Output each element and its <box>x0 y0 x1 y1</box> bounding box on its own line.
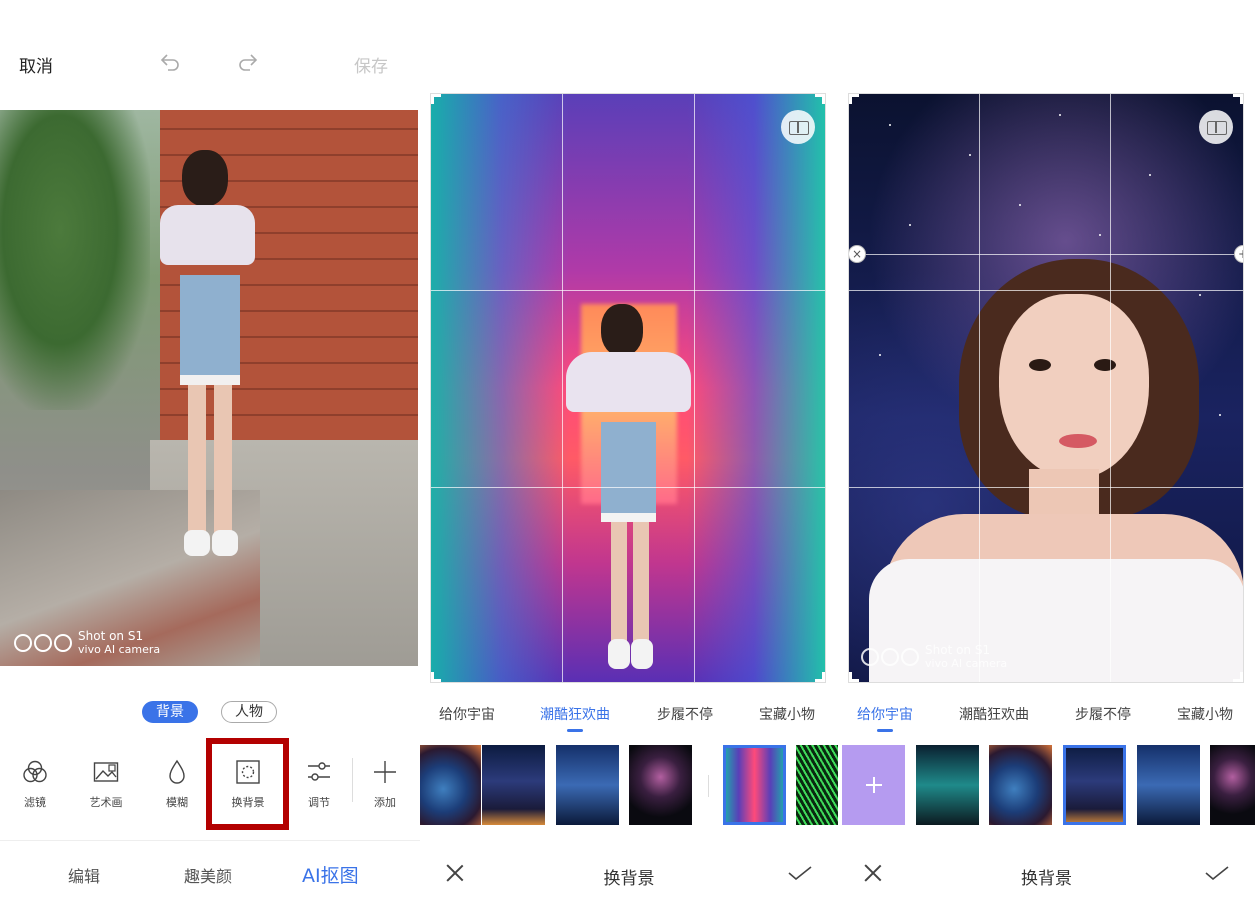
editor-panel-space: × + Shot on S1 vivo AI camera 给你宇宙 潮酷狂欢曲… <box>838 0 1255 906</box>
grid-line <box>849 487 1243 488</box>
bottom-nav: 编辑 趣美颜 AI抠图 <box>0 840 420 906</box>
grid-line <box>1110 94 1111 682</box>
person-cutout <box>869 259 1243 682</box>
editor-panel-neon: 给你宇宙 潮酷狂欢曲 步履不停 宝藏小物 换背景 <box>420 0 838 906</box>
thumbnail[interactable] <box>796 745 838 825</box>
crop-corner[interactable] <box>1233 672 1243 682</box>
crop-corner[interactable] <box>1233 94 1243 104</box>
compare-icon[interactable] <box>781 110 815 144</box>
thumbnail-selected[interactable] <box>1063 745 1126 825</box>
tab-treasure[interactable]: 宝藏小物 <box>1177 704 1233 724</box>
tool-label: 调节 <box>308 796 330 809</box>
camera-watermark: Shot on S1 vivo AI camera <box>14 630 160 656</box>
thumbnail[interactable] <box>989 745 1052 825</box>
top-bar: 取消 保存 <box>0 0 420 110</box>
thumbnail[interactable] <box>420 745 481 825</box>
grid-line <box>849 290 1243 291</box>
check-icon[interactable] <box>788 866 812 880</box>
tab-treasure[interactable]: 宝藏小物 <box>759 704 815 724</box>
editor-panel-original: 取消 保存 Shot on S1 vivo AI camera 背景 人物 滤镜… <box>0 0 420 906</box>
compare-icon[interactable] <box>1199 110 1233 144</box>
tool-filter[interactable]: 滤镜 <box>3 758 67 810</box>
cancel-button[interactable]: 取消 <box>19 52 53 77</box>
watermark-line2: vivo AI camera <box>925 657 1008 670</box>
art-icon <box>93 762 119 782</box>
person-cutout <box>561 304 701 682</box>
person-figure <box>150 150 270 570</box>
edit-canvas[interactable]: × + Shot on S1 vivo AI camera <box>848 93 1244 683</box>
add-background-button[interactable] <box>842 745 905 825</box>
tab-cool-carnival[interactable]: 潮酷狂欢曲 <box>540 704 610 732</box>
thumbnail[interactable] <box>916 745 979 825</box>
watermark-line1: Shot on S1 <box>925 643 991 657</box>
tool-art[interactable]: 艺术画 <box>74 758 138 810</box>
selection-line <box>857 254 1235 255</box>
tool-adjust[interactable]: 调节 <box>287 758 351 810</box>
check-icon[interactable] <box>1205 866 1229 880</box>
thumbnail[interactable] <box>556 745 619 825</box>
crop-corner[interactable] <box>815 672 825 682</box>
watermark-line1: Shot on S1 <box>78 629 144 643</box>
thumbnail[interactable] <box>482 745 545 825</box>
segment-person[interactable]: 人物 <box>221 701 277 723</box>
thumbnail[interactable] <box>629 745 692 825</box>
grid-line <box>431 487 825 488</box>
crop-corner[interactable] <box>849 94 859 104</box>
action-bar: 换背景 <box>838 840 1255 906</box>
tool-label: 添加 <box>374 796 396 809</box>
background-thumbnails <box>420 745 838 825</box>
action-title: 换背景 <box>1021 869 1072 889</box>
original-photo: Shot on S1 vivo AI camera <box>0 110 418 666</box>
tool-label: 模糊 <box>166 796 188 809</box>
tab-keep-walking[interactable]: 步履不停 <box>657 704 713 724</box>
filter-icon <box>23 760 47 783</box>
tool-label: 滤镜 <box>24 796 46 809</box>
action-bar: 换背景 <box>420 840 838 906</box>
tab-cool-carnival[interactable]: 潮酷狂欢曲 <box>959 704 1029 724</box>
segment-background[interactable]: 背景 <box>142 701 198 723</box>
tool-add[interactable]: 添加 <box>353 758 417 810</box>
tree-foliage <box>0 110 150 410</box>
tab-universe[interactable]: 给你宇宙 <box>857 704 913 732</box>
grid-line <box>694 94 695 682</box>
watermark-line2: vivo AI camera <box>78 643 161 656</box>
grid-line <box>431 290 825 291</box>
category-tabs: 给你宇宙 潮酷狂欢曲 步履不停 宝藏小物 <box>420 700 838 732</box>
crop-corner[interactable] <box>431 672 441 682</box>
tool-blur[interactable]: 模糊 <box>145 758 209 810</box>
tab-keep-walking[interactable]: 步履不停 <box>1075 704 1131 724</box>
redo-icon[interactable] <box>236 50 260 74</box>
save-button[interactable]: 保存 <box>354 52 388 77</box>
undo-icon[interactable] <box>158 50 182 74</box>
crop-corner[interactable] <box>431 94 441 104</box>
action-title: 换背景 <box>603 869 655 889</box>
thumbnail-selected[interactable] <box>723 745 786 825</box>
thumbnail[interactable] <box>1210 745 1255 825</box>
edit-canvas[interactable] <box>430 93 826 683</box>
tool-bar: 滤镜 艺术画 模糊 换背景 调节 添加 <box>0 738 420 830</box>
selected-tool-highlight <box>206 738 289 830</box>
nav-edit[interactable]: 编辑 <box>68 863 100 887</box>
tab-universe[interactable]: 给你宇宙 <box>439 704 495 724</box>
nav-beauty[interactable]: 趣美颜 <box>184 863 232 887</box>
crop-corner[interactable] <box>849 672 859 682</box>
remove-handle-icon[interactable]: × <box>849 245 866 263</box>
adjust-icon <box>308 762 330 781</box>
tool-label: 艺术画 <box>89 796 123 809</box>
nav-ai-cutout[interactable]: AI抠图 <box>302 861 359 888</box>
blur-icon <box>169 759 185 784</box>
add-icon <box>374 761 396 783</box>
background-thumbnails <box>838 745 1255 825</box>
category-tabs: 给你宇宙 潮酷狂欢曲 步履不停 宝藏小物 <box>838 700 1255 732</box>
thumbnail-divider <box>708 775 709 797</box>
grid-line <box>979 94 980 682</box>
grid-line <box>562 94 563 682</box>
crop-corner[interactable] <box>815 94 825 104</box>
camera-watermark: Shot on S1 vivo AI camera <box>861 644 1007 670</box>
thumbnail[interactable] <box>1137 745 1200 825</box>
